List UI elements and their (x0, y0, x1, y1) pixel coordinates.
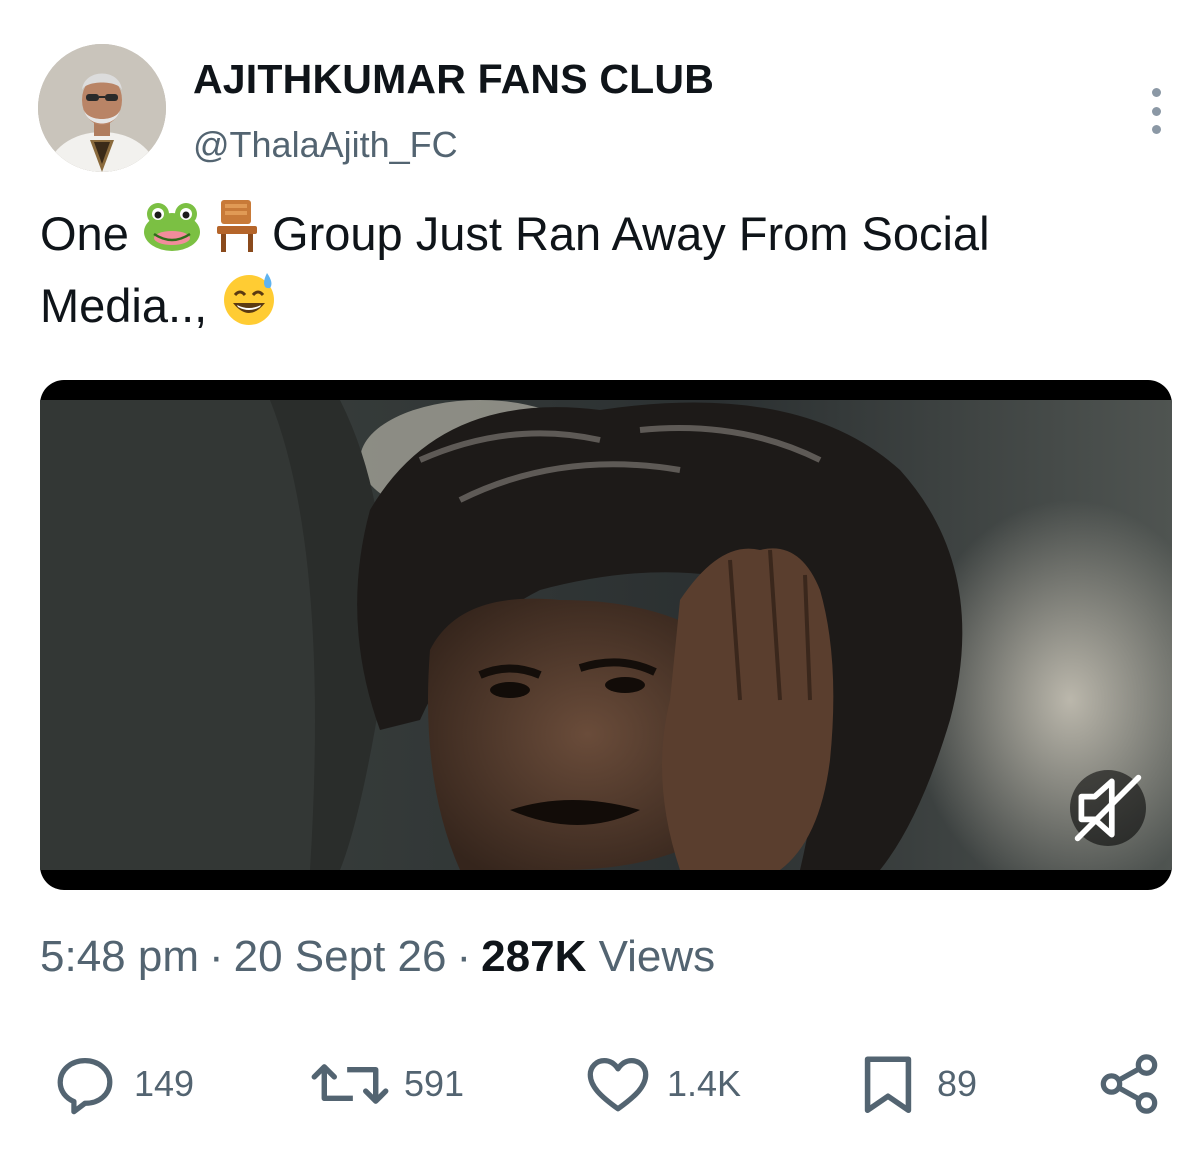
repost-button[interactable]: 591 (310, 1046, 464, 1122)
video-player[interactable] (40, 380, 1172, 890)
profile-photo (38, 44, 166, 172)
bookmark-icon (864, 1056, 912, 1114)
heart-icon (587, 1058, 649, 1112)
muted-speaker-icon[interactable] (1070, 770, 1146, 846)
repost-count: 591 (404, 1063, 465, 1104)
more-options-icon[interactable] (1144, 88, 1168, 134)
tweet-time[interactable]: 5:48 pm (40, 932, 199, 981)
reply-count: 149 (134, 1063, 195, 1104)
meta-separator: · (208, 932, 224, 981)
bookmark-count: 89 (937, 1063, 978, 1104)
more-dot (1151, 125, 1161, 134)
like-count: 1.4K (667, 1063, 742, 1104)
tweet-date[interactable]: 20 Sept 26 (234, 932, 447, 981)
more-dot (1151, 106, 1161, 116)
frog-face-emoji (142, 200, 202, 267)
tweet-text: One Group Just Ran Away From Social Medi… (40, 200, 1160, 346)
bookmark-button[interactable]: 89 (853, 1046, 977, 1122)
tweet-meta: 5:48 pm · 20 Sept 26 · 287K Views (40, 932, 715, 982)
like-button[interactable]: 1.4K (583, 1046, 741, 1122)
tweet-text-part1: One (40, 207, 129, 260)
reply-icon (57, 1058, 113, 1115)
grinning-face-with-sweat-emoji (220, 269, 278, 342)
share-icon (1100, 1054, 1158, 1114)
reply-button[interactable]: 149 (50, 1046, 194, 1122)
author-handle[interactable]: @ThalaAjith_FC (193, 124, 458, 166)
more-dot (1151, 88, 1161, 97)
share-button[interactable] (1094, 1046, 1164, 1122)
author-display-name[interactable]: AJITHKUMAR FANS CLUB (193, 56, 714, 103)
avatar[interactable] (38, 44, 166, 172)
views-label: Views (598, 932, 716, 981)
chair-emoji (215, 198, 259, 269)
tweet-header: AJITHKUMAR FANS CLUB @ThalaAjith_FC (38, 44, 1168, 176)
video-still (40, 400, 1172, 870)
repost-icon (311, 1064, 389, 1104)
views-count: 287K (481, 932, 587, 981)
meta-separator: · (456, 932, 472, 981)
action-bar: 149 591 1.4K 89 (0, 1046, 1200, 1122)
video-frame[interactable] (40, 400, 1172, 870)
